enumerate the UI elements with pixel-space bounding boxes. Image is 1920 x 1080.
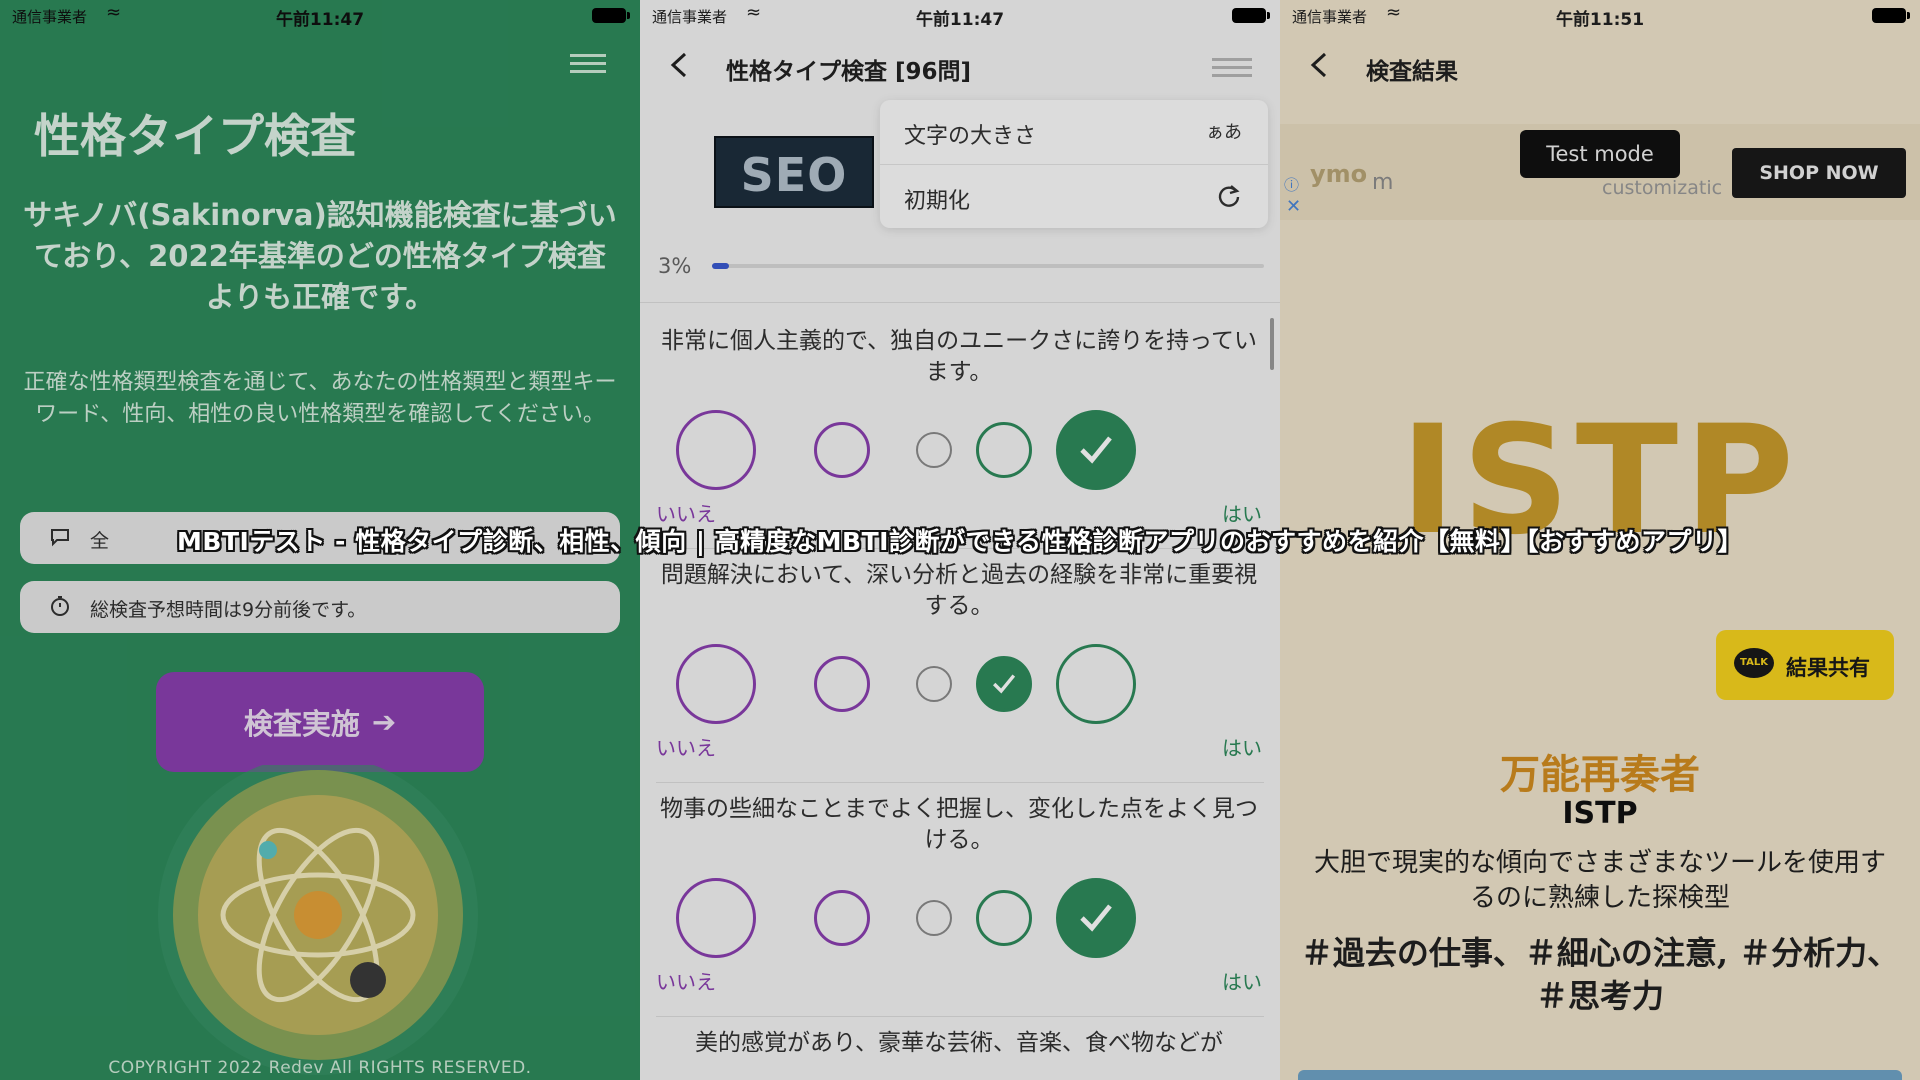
shop-now-button[interactable]: SHOP NOW	[1732, 148, 1906, 198]
answer-option-2[interactable]	[814, 422, 870, 478]
share-result-button[interactable]: TALK 結果共有	[1716, 630, 1894, 700]
page-title: 性格タイプ検査 [96問]	[726, 59, 972, 85]
answer-option-4[interactable]	[976, 422, 1032, 478]
clock: 午前11:47	[915, 10, 1005, 30]
status-bar: 通信事業者 ≈ 午前11:47	[0, 0, 640, 30]
nav-bar: 検査結果	[1280, 44, 1920, 94]
menu-item-text-size[interactable]: 文字の大きさ ぁあ	[880, 100, 1268, 164]
content-image-edge	[1298, 1070, 1902, 1080]
question-text: 美的感覚があり、豪華な芸術、音楽、食べ物などが	[694, 1030, 1224, 1056]
scrollbar[interactable]	[1270, 318, 1274, 370]
thumbnail-text: SEO	[740, 148, 848, 202]
type-nickname: 万能再奏者	[1500, 752, 1700, 798]
answer-option-3[interactable]	[916, 432, 952, 468]
back-icon[interactable]	[1306, 50, 1334, 80]
ad-close-icon[interactable]: ✕	[1286, 196, 1301, 217]
copyright-text: COPYRIGHT 2022 Redev All RIGHTS RESERVED…	[108, 1058, 532, 1078]
type-code: ISTP	[1562, 796, 1638, 831]
question-item: 美的感覚があり、豪華な芸術、音楽、食べ物などが	[656, 1028, 1262, 1059]
question-text: 非常に個人主義的で、独自のユニークさに誇りを持っています。	[661, 328, 1257, 385]
seo-thumbnail: SEO	[714, 136, 874, 208]
answer-no-label: いいえ	[656, 736, 716, 760]
menu-item-label: 文字の大きさ	[904, 124, 1037, 149]
clock: 午前11:47	[275, 10, 365, 30]
start-test-button[interactable]: 検査実施 ➔	[156, 672, 484, 772]
test-mode-label: Test mode	[1520, 130, 1680, 178]
answer-options	[656, 634, 1262, 734]
answer-option-5[interactable]	[1056, 410, 1136, 490]
ad-info-icon[interactable]: ⓘ	[1284, 174, 1299, 195]
answer-yes-label: はい	[1222, 736, 1262, 760]
status-bar: 通信事業者 ≈ 午前11:47	[640, 0, 1280, 30]
answer-option-3[interactable]	[916, 666, 952, 702]
check-icon	[1080, 904, 1112, 932]
answer-option-4[interactable]	[976, 656, 1032, 712]
page-title: 検査結果	[1366, 59, 1458, 85]
options-dropdown: 文字の大きさ ぁあ 初期化	[880, 100, 1268, 228]
answer-option-1[interactable]	[676, 878, 756, 958]
question-item: 非常に個人主義的で、独自のユニークさに誇りを持っています。 いいえ はい	[656, 326, 1262, 526]
text-size-icon: ぁあ	[1206, 122, 1242, 143]
progress-label: 3%	[658, 254, 692, 278]
clock: 午前11:51	[1555, 10, 1645, 30]
answer-option-1[interactable]	[676, 410, 756, 490]
answer-option-2[interactable]	[814, 890, 870, 946]
check-icon	[993, 674, 1016, 694]
progress-fill	[712, 263, 729, 269]
check-icon	[1080, 436, 1112, 464]
share-label: 結果共有	[1786, 656, 1870, 680]
battery-icon	[592, 8, 630, 23]
start-test-label: 検査実施	[243, 707, 360, 741]
menu-item-label: 初期化	[904, 189, 971, 214]
atom-illustration	[158, 765, 478, 1075]
progress-bar: 3%	[658, 254, 1264, 284]
article-caption: MBTIテスト - 性格タイプ診断、相性、傾向 | 高精度なMBTI診断ができる…	[177, 527, 1743, 556]
battery-icon	[1232, 8, 1270, 23]
type-hashtags: ＃過去の仕事、＃細心の注意, ＃分析力、＃思考力	[1300, 934, 1900, 1015]
battery-icon	[1872, 8, 1910, 23]
sub-description: 正確な性格類型検査を通じて、あなたの性格類型と類型キーワード、性向、相性の良い性…	[23, 370, 617, 427]
info-text: 総検査予想時間は9分前後です。	[90, 599, 367, 621]
answer-option-1[interactable]	[676, 644, 756, 724]
ad-brand-letter: m	[1372, 170, 1394, 195]
answer-option-5[interactable]	[1056, 878, 1136, 958]
reset-icon	[1218, 185, 1240, 207]
back-icon[interactable]	[666, 50, 694, 80]
menu-icon[interactable]	[1212, 58, 1252, 78]
question-item: 物事の些細なことまでよく把握し、変化した点をよく見つける。いいえ はい	[656, 794, 1262, 994]
talk-icon: TALK	[1734, 648, 1774, 678]
status-bar: 通信事業者 ≈ 午前11:51	[1280, 0, 1920, 30]
arrow-right-icon: ➔	[371, 705, 397, 739]
ad-brand-logo: ymo	[1310, 160, 1368, 188]
answer-yes-label: はい	[1222, 970, 1262, 994]
type-description: 大胆で現実的な傾向でさまざまなツールを使用するのに熟練した探検型	[1313, 848, 1886, 913]
answer-option-3[interactable]	[916, 900, 952, 936]
answer-option-5[interactable]	[1056, 644, 1136, 724]
answer-options	[656, 400, 1262, 500]
info-box-time: 総検査予想時間は9分前後です。	[20, 581, 620, 633]
menu-item-reset[interactable]: 初期化	[880, 164, 1268, 228]
answer-options	[656, 868, 1262, 968]
answer-option-4[interactable]	[976, 890, 1032, 946]
page-title: 性格タイプ検査	[34, 109, 356, 163]
question-item: 問題解決において、深い分析と過去の経験を非常に重要視する。いいえ はい	[656, 560, 1262, 760]
headline-description: サキノバ(Sakinorva)認知機能検査に基づいており、2022年基準のどの性…	[23, 198, 617, 314]
nav-bar: 性格タイプ検査 [96問]	[640, 44, 1280, 94]
progress-track	[712, 263, 1264, 269]
menu-icon[interactable]	[570, 54, 606, 73]
timer-icon	[51, 596, 69, 616]
answer-option-2[interactable]	[814, 656, 870, 712]
question-text: 物事の些細なことまでよく把握し、変化した点をよく見つける。	[660, 796, 1258, 853]
answer-no-label: いいえ	[656, 970, 716, 994]
question-text: 問題解決において、深い分析と過去の経験を非常に重要視する。	[660, 562, 1258, 619]
